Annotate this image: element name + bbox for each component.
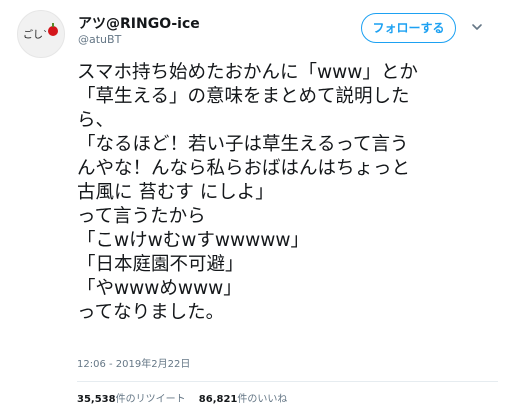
- retweet-count-number: 35,538: [77, 394, 116, 405]
- tweet-text-line: 古風に 苔むす にしよ」: [77, 182, 274, 203]
- tweet-text-line: って言うたから: [77, 206, 206, 227]
- tweet-text-line: 「なるほど！若い子は草生えるって言う: [77, 134, 409, 155]
- tweet-text-line: んやな！んなら私らおばはんはちょっと: [77, 158, 411, 179]
- author-display-name[interactable]: アツ@RINGO-ice: [78, 13, 200, 33]
- tweet-text: スマホ持ち始めたおかんに「www」とか 「草生える」の意味をまとめて説明した ら…: [77, 61, 507, 325]
- tweet-card: ごし` アツ@RINGO-ice @atuBT フォローする スマホ持ち始めたお…: [0, 0, 512, 412]
- retweet-count-label: 件のリツイート: [115, 394, 186, 405]
- tweet-text-line: 「やwwwめwww」: [77, 278, 242, 299]
- tweet-header: ごし` アツ@RINGO-ice @atuBT フォローする: [0, 0, 512, 60]
- follow-button[interactable]: フォローする: [361, 13, 456, 43]
- apple-icon: [48, 23, 58, 36]
- retweet-count[interactable]: 35,538件のリツイート: [77, 390, 186, 405]
- tweet-timestamp[interactable]: 12:06 - 2019年2月22日: [77, 355, 190, 370]
- tweet-text-line: 「こwけwむwすwwwww」: [77, 230, 310, 251]
- chevron-down-icon[interactable]: [468, 18, 486, 36]
- like-count[interactable]: 86,821件のいいね: [199, 390, 288, 405]
- tweet-stats: 35,538件のリツイート 86,821件のいいね: [77, 390, 297, 405]
- tweet-text-line: 「草生える」の意味をまとめて説明した: [77, 86, 410, 107]
- tweet-text-line: 「日本庭園不可避」: [77, 254, 244, 275]
- author-handle[interactable]: @atuBT: [78, 33, 121, 46]
- tweet-text-line: ってなりました。: [77, 302, 225, 323]
- avatar-text: ごし`: [23, 30, 48, 41]
- like-count-number: 86,821: [198, 394, 238, 405]
- avatar[interactable]: ごし`: [17, 10, 65, 58]
- divider: [77, 381, 498, 382]
- tweet-text-line: ら、: [77, 110, 115, 131]
- like-count-label: 件のいいね: [237, 394, 288, 405]
- tweet-text-line: スマホ持ち始めたおかんに「www」とか: [77, 62, 418, 83]
